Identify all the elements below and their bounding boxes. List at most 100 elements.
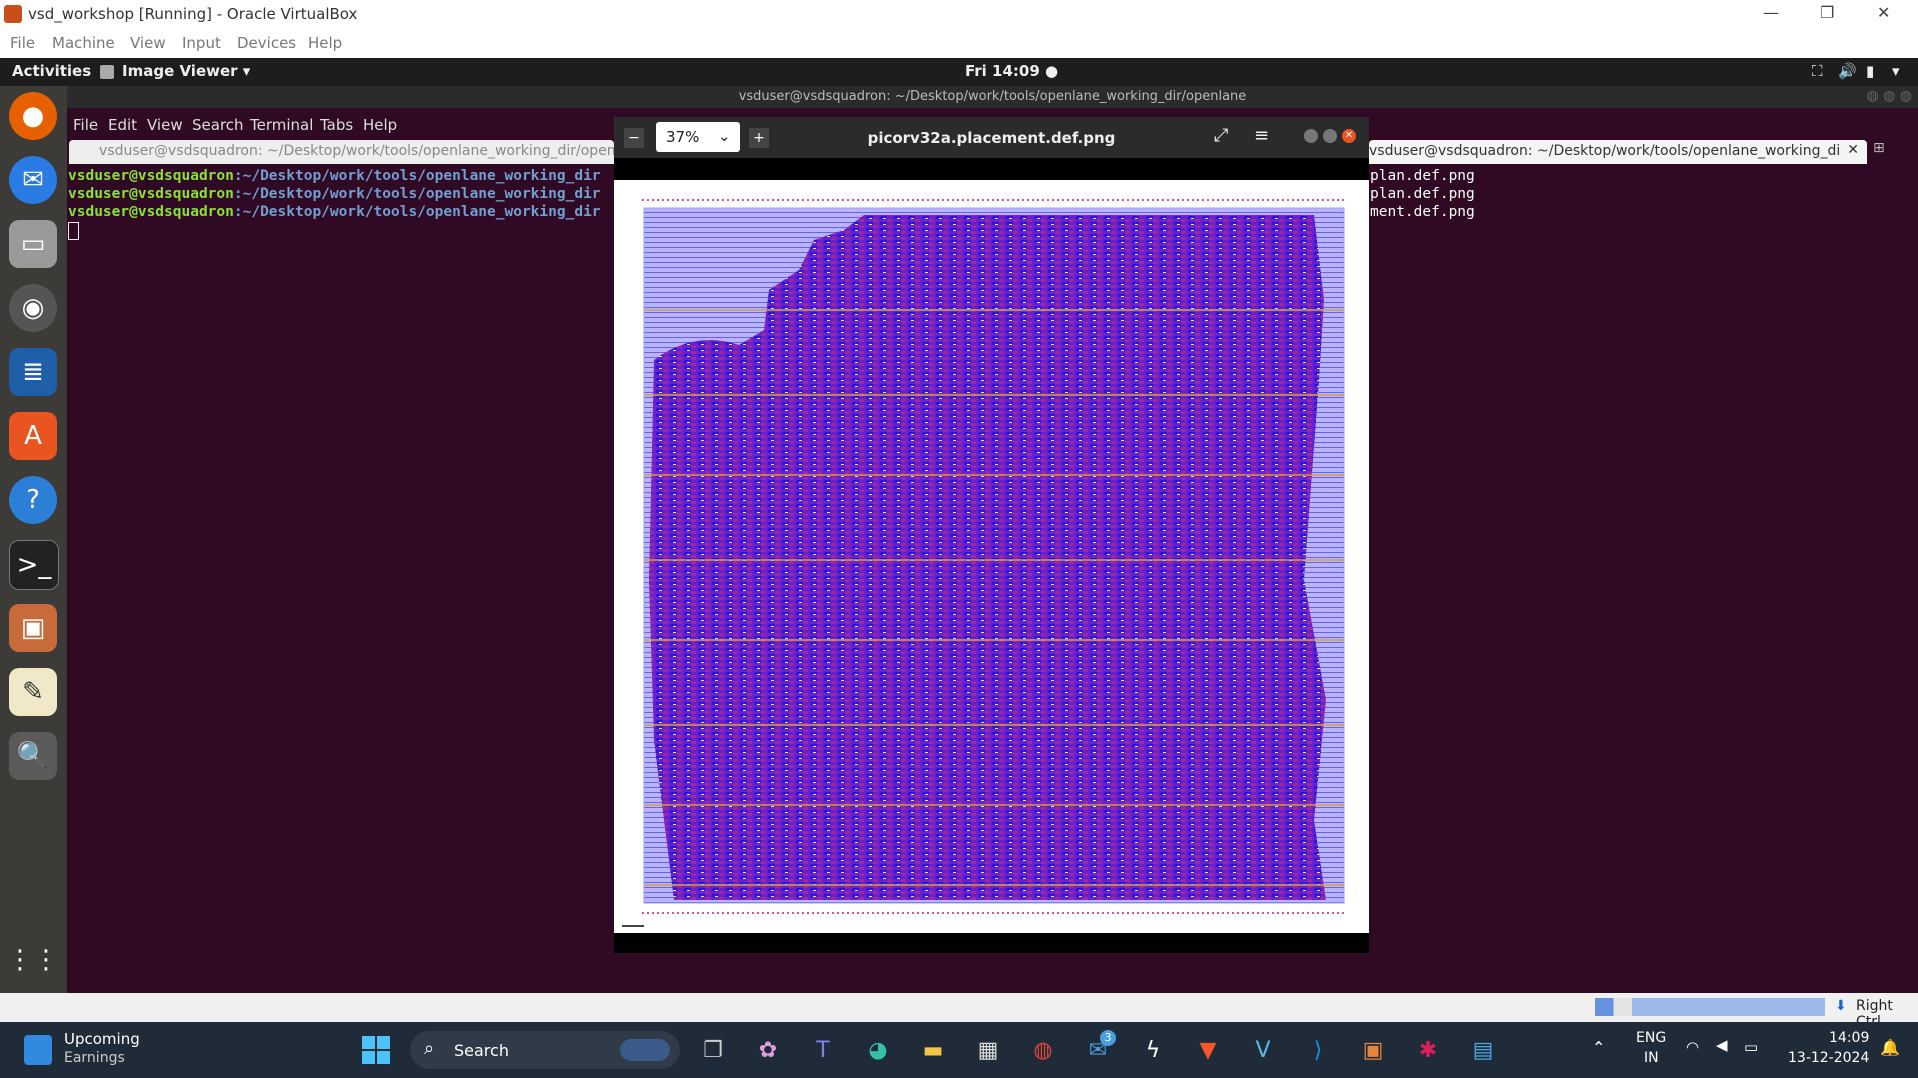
file-explorer-icon[interactable]: ▬ <box>917 1034 949 1066</box>
search-icon: ⌕ <box>424 1038 435 1059</box>
terminal-menu-bar: File Edit View Search Terminal Tabs Help <box>67 112 667 138</box>
rhythmbox-icon[interactable]: ◉ <box>9 284 57 332</box>
virtualbox-menu-bar: File Machine View Input Devices Help <box>0 29 1918 58</box>
menu-devices[interactable]: Devices <box>237 34 296 52</box>
image-viewer-app-icon <box>100 65 114 79</box>
search-highlight-icon <box>620 1039 670 1061</box>
terminal-title: vsduser@vsdsquadron: ~/Desktop/work/tool… <box>738 89 1247 104</box>
mail-badge: 3 <box>1100 1030 1116 1046</box>
activities-button[interactable]: Activities <box>12 62 91 80</box>
virtualbox-title-bar: vsd_workshop [Running] - Oracle VirtualB… <box>0 0 1918 29</box>
terminal-menu-help[interactable]: Help <box>363 116 397 134</box>
terminal-cursor <box>68 222 79 240</box>
virtualbox-taskbar-icon[interactable]: V <box>1247 1034 1279 1066</box>
start-icon[interactable] <box>360 1034 392 1066</box>
tab-right-label: vsduser@vsdsquadron: ~/Desktop/work/tool… <box>1369 143 1839 159</box>
placement-layout-image <box>622 199 1345 927</box>
menu-input[interactable]: Input <box>182 34 221 52</box>
search-label: Search <box>454 1041 509 1060</box>
terminal-menu-edit[interactable]: Edit <box>108 116 137 134</box>
device-status-icons[interactable] <box>1595 998 1825 1016</box>
restore-icon[interactable]: ❐ <box>1820 3 1834 22</box>
system-menu-icon[interactable]: ▾ <box>1892 62 1900 80</box>
image-viewer-icon[interactable]: 🔍 <box>9 732 57 780</box>
vscode-icon[interactable]: ⟩ <box>1302 1034 1334 1066</box>
terminal-menu-terminal[interactable]: Terminal <box>250 116 313 134</box>
new-tab-icon[interactable]: ⊞ <box>1873 140 1885 156</box>
terminal-tab-left[interactable]: vsduser@vsdsquadron: ~/Desktop/work/tool… <box>69 140 628 164</box>
image-viewer-header: − 37% ⌄ + picorv32a.placement.def.png ⤢ … <box>614 117 1369 158</box>
tab-close-icon[interactable]: ✕ <box>1847 142 1859 158</box>
task-view-icon[interactable]: ❐ <box>697 1034 729 1066</box>
terminal-menu-search[interactable]: Search <box>192 116 244 134</box>
teams-icon[interactable]: T <box>807 1034 839 1066</box>
terminal-output-line: ment.def.png <box>1370 204 1475 220</box>
clock[interactable]: Fri 14:09 ● <box>965 62 1058 80</box>
firefox-icon[interactable]: ● <box>9 92 57 140</box>
terminal-menu-file[interactable]: File <box>73 116 98 134</box>
menu-file[interactable]: File <box>10 34 35 52</box>
terminal-tab-right[interactable]: vsduser@vsdsquadron: ~/Desktop/work/tool… <box>1369 140 1867 164</box>
claude-icon[interactable]: ϟ <box>1137 1034 1169 1066</box>
text-editor-icon[interactable]: ✎ <box>9 668 57 716</box>
minimize-icon[interactable]: — <box>1763 3 1779 22</box>
close-window-icon[interactable]: ✕ <box>1342 129 1356 143</box>
terminal-output-line: plan.def.png <box>1370 186 1475 202</box>
edge-icon[interactable]: ◕ <box>862 1034 894 1066</box>
fullscreen-icon[interactable]: ⤢ <box>1214 125 1228 146</box>
terminal-line: vsduser@vsdsquadron:~/Desktop/work/tools… <box>68 204 601 220</box>
brave-icon[interactable]: ▼ <box>1192 1034 1224 1066</box>
notepad-icon[interactable]: ▤ <box>1467 1034 1499 1066</box>
host-key-arrow-icon: ⬇ <box>1835 998 1847 1014</box>
language-line2: IN <box>1644 1050 1659 1066</box>
terminal-output-line: plan.def.png <box>1370 168 1475 184</box>
terminal-line: vsduser@vsdsquadron:~/Desktop/work/tools… <box>68 186 601 202</box>
libreoffice-writer-icon[interactable]: ≣ <box>9 348 57 396</box>
close-icon[interactable]: ✕ <box>1877 3 1890 22</box>
language-line1[interactable]: ENG <box>1636 1030 1666 1046</box>
virtualbox-icon <box>4 5 22 23</box>
volume-icon[interactable]: 🔊 <box>1838 62 1857 80</box>
wifi-icon[interactable]: ◠ <box>1686 1038 1699 1056</box>
terminal-menu-tabs[interactable]: Tabs <box>320 116 353 134</box>
battery-taskbar-icon[interactable]: ▭ <box>1744 1038 1758 1056</box>
microsoft-store-icon[interactable]: ▦ <box>972 1034 1004 1066</box>
terminal-icon[interactable]: >_ <box>9 540 59 590</box>
show-applications-icon[interactable]: ⋮⋮ <box>7 936 59 984</box>
taskbar-time[interactable]: 14:09 <box>1829 1030 1869 1046</box>
app-menu[interactable]: Image Viewer ▾ <box>122 62 250 80</box>
minimize-window-icon[interactable] <box>1304 129 1318 143</box>
network-icon[interactable]: ⛶ <box>1812 62 1823 80</box>
window-title: vsd_workshop [Running] - Oracle VirtualB… <box>28 5 358 23</box>
terminal-window-controls-icon[interactable]: ◍ ◍ ◍ <box>1866 88 1912 104</box>
chrome-icon[interactable]: ◍ <box>1027 1034 1059 1066</box>
notification-bell-icon[interactable]: 🔔 <box>1880 1038 1900 1057</box>
copilot-icon[interactable]: ✿ <box>752 1034 784 1066</box>
speaker-icon[interactable]: ◀ <box>1716 1036 1728 1054</box>
taskbar-search-box[interactable]: ⌕ Search <box>410 1031 680 1069</box>
windows-taskbar: Upcoming Earnings ⌕ Search ❐ ✿ T ◕ ▬ ▦ ◍… <box>0 1022 1918 1078</box>
hamburger-menu-icon[interactable]: ≡ <box>1254 125 1269 146</box>
menu-help[interactable]: Help <box>308 34 342 52</box>
image-canvas <box>614 180 1369 933</box>
slack-icon[interactable]: ✱ <box>1412 1034 1444 1066</box>
battery-icon[interactable]: ▮ <box>1866 62 1874 80</box>
stock-widget-icon[interactable] <box>24 1035 52 1065</box>
widget-subtitle: Earnings <box>64 1050 125 1066</box>
chevron-up-icon[interactable]: ⌃ <box>1592 1038 1605 1057</box>
tab-left-label: vsduser@vsdsquadron: ~/Desktop/work/tool… <box>99 143 629 159</box>
widget-title[interactable]: Upcoming <box>64 1030 140 1048</box>
gnome-top-bar: Activities Image Viewer ▾ Fri 14:09 ● ⛶ … <box>0 58 1918 86</box>
maximize-window-icon[interactable] <box>1323 129 1337 143</box>
help-icon[interactable]: ? <box>9 476 57 524</box>
software-center-icon[interactable]: A <box>9 412 57 460</box>
files-icon[interactable]: ▭ <box>9 220 57 268</box>
menu-view[interactable]: View <box>130 34 166 52</box>
menu-machine[interactable]: Machine <box>52 34 115 52</box>
terminal-menu-view[interactable]: View <box>147 116 183 134</box>
virtualbox-status-bar: ⬇ Right Ctrl <box>0 993 1918 1030</box>
virtualbox-vm-icon[interactable]: ▣ <box>1357 1034 1389 1066</box>
taskbar-date[interactable]: 13-12-2024 <box>1788 1050 1869 1066</box>
thunderbird-icon[interactable]: ✉ <box>9 156 57 204</box>
screenshot-icon[interactable]: ▣ <box>9 604 57 652</box>
